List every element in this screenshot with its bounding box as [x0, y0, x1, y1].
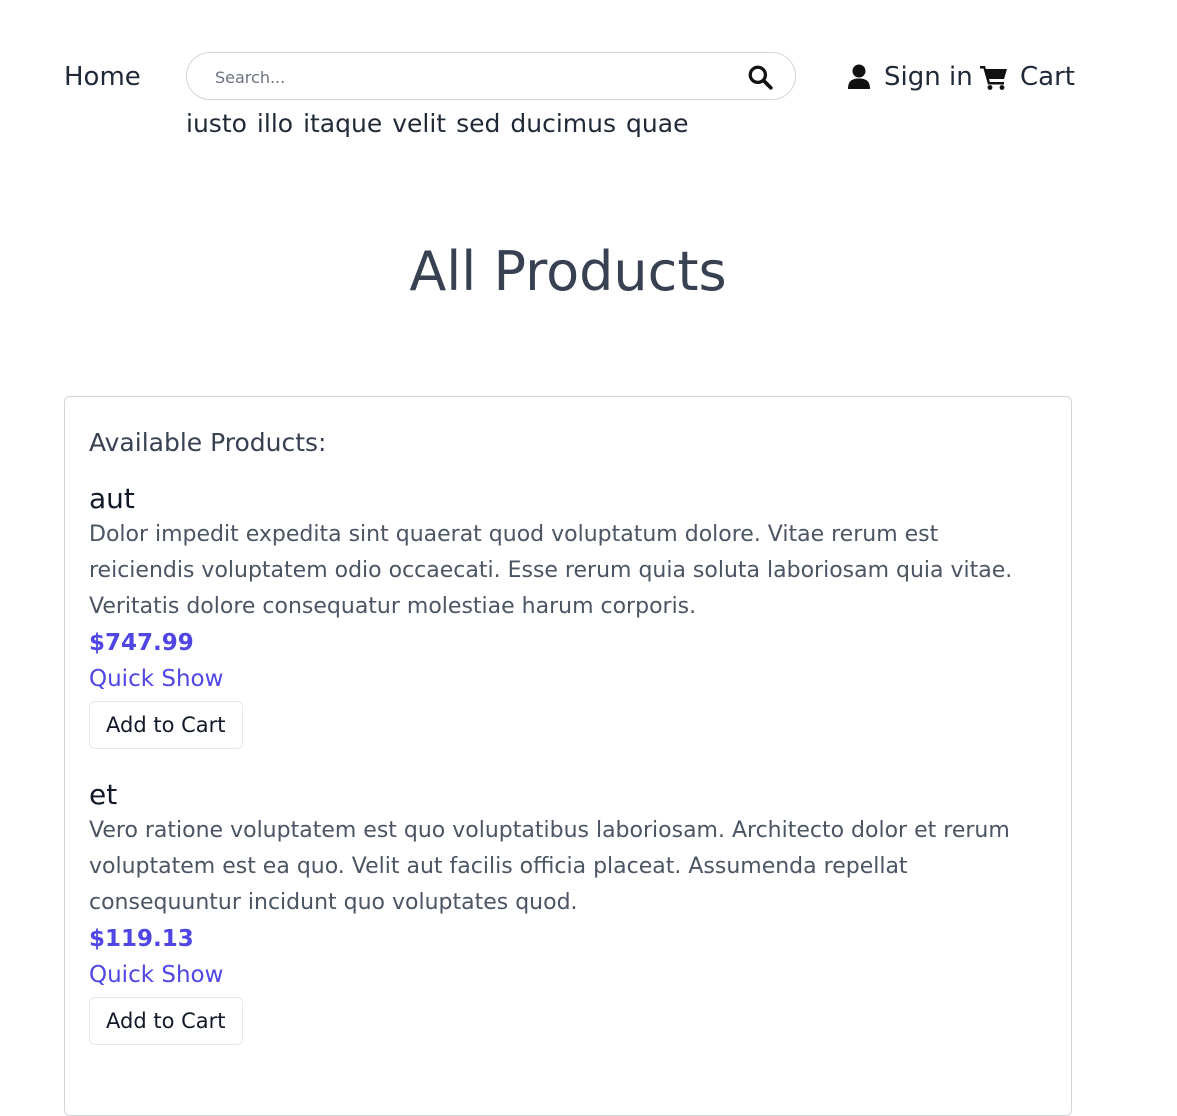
product-item: aut Dolor impedit expedita sint quaerat …: [89, 481, 1049, 749]
tag-link[interactable]: iusto: [186, 108, 247, 140]
tag-link[interactable]: ducimus: [510, 108, 616, 140]
add-to-cart-button[interactable]: Add to Cart: [89, 701, 243, 749]
search-icon[interactable]: [747, 64, 773, 90]
product-name: et: [89, 778, 118, 811]
product-item: et Vero ratione voluptatem est quo volup…: [89, 777, 1049, 1045]
product-description: Vero ratione voluptatem est quo voluptat…: [89, 818, 1010, 915]
product-price: $119.13: [89, 926, 194, 952]
products-panel: Available Products: aut Dolor impedit ex…: [64, 396, 1072, 1116]
product-description: Dolor impedit expedita sint quaerat quod…: [89, 522, 1013, 619]
quick-show-link[interactable]: Quick Show: [89, 957, 1049, 993]
tag-link[interactable]: sed: [456, 108, 500, 140]
home-link[interactable]: Home: [64, 62, 141, 92]
search-input[interactable]: [213, 61, 717, 93]
add-to-cart-button[interactable]: Add to Cart: [89, 997, 243, 1045]
cart-button[interactable]: Cart: [980, 62, 1075, 92]
sign-in-label: Sign in: [884, 62, 973, 92]
tag-link[interactable]: itaque: [303, 108, 382, 140]
product-price: $747.99: [89, 630, 194, 656]
cart-label: Cart: [1020, 62, 1075, 92]
search-box: [186, 52, 796, 100]
cart-icon: [980, 66, 1007, 90]
tag-link[interactable]: illo: [257, 108, 293, 140]
panel-heading: Available Products:: [89, 428, 327, 457]
sign-in-button[interactable]: Sign in: [848, 62, 973, 92]
user-icon: [848, 64, 870, 89]
page-title: All Products: [409, 240, 727, 303]
tag-link[interactable]: velit: [392, 108, 446, 140]
site-header: Home Sign in Cart: [64, 52, 1075, 102]
tag-link[interactable]: quae: [626, 108, 688, 140]
quick-show-link[interactable]: Quick Show: [89, 661, 1049, 697]
product-name: aut: [89, 482, 135, 515]
category-tags: iusto illo itaque velit sed ducimus quae: [186, 108, 688, 140]
